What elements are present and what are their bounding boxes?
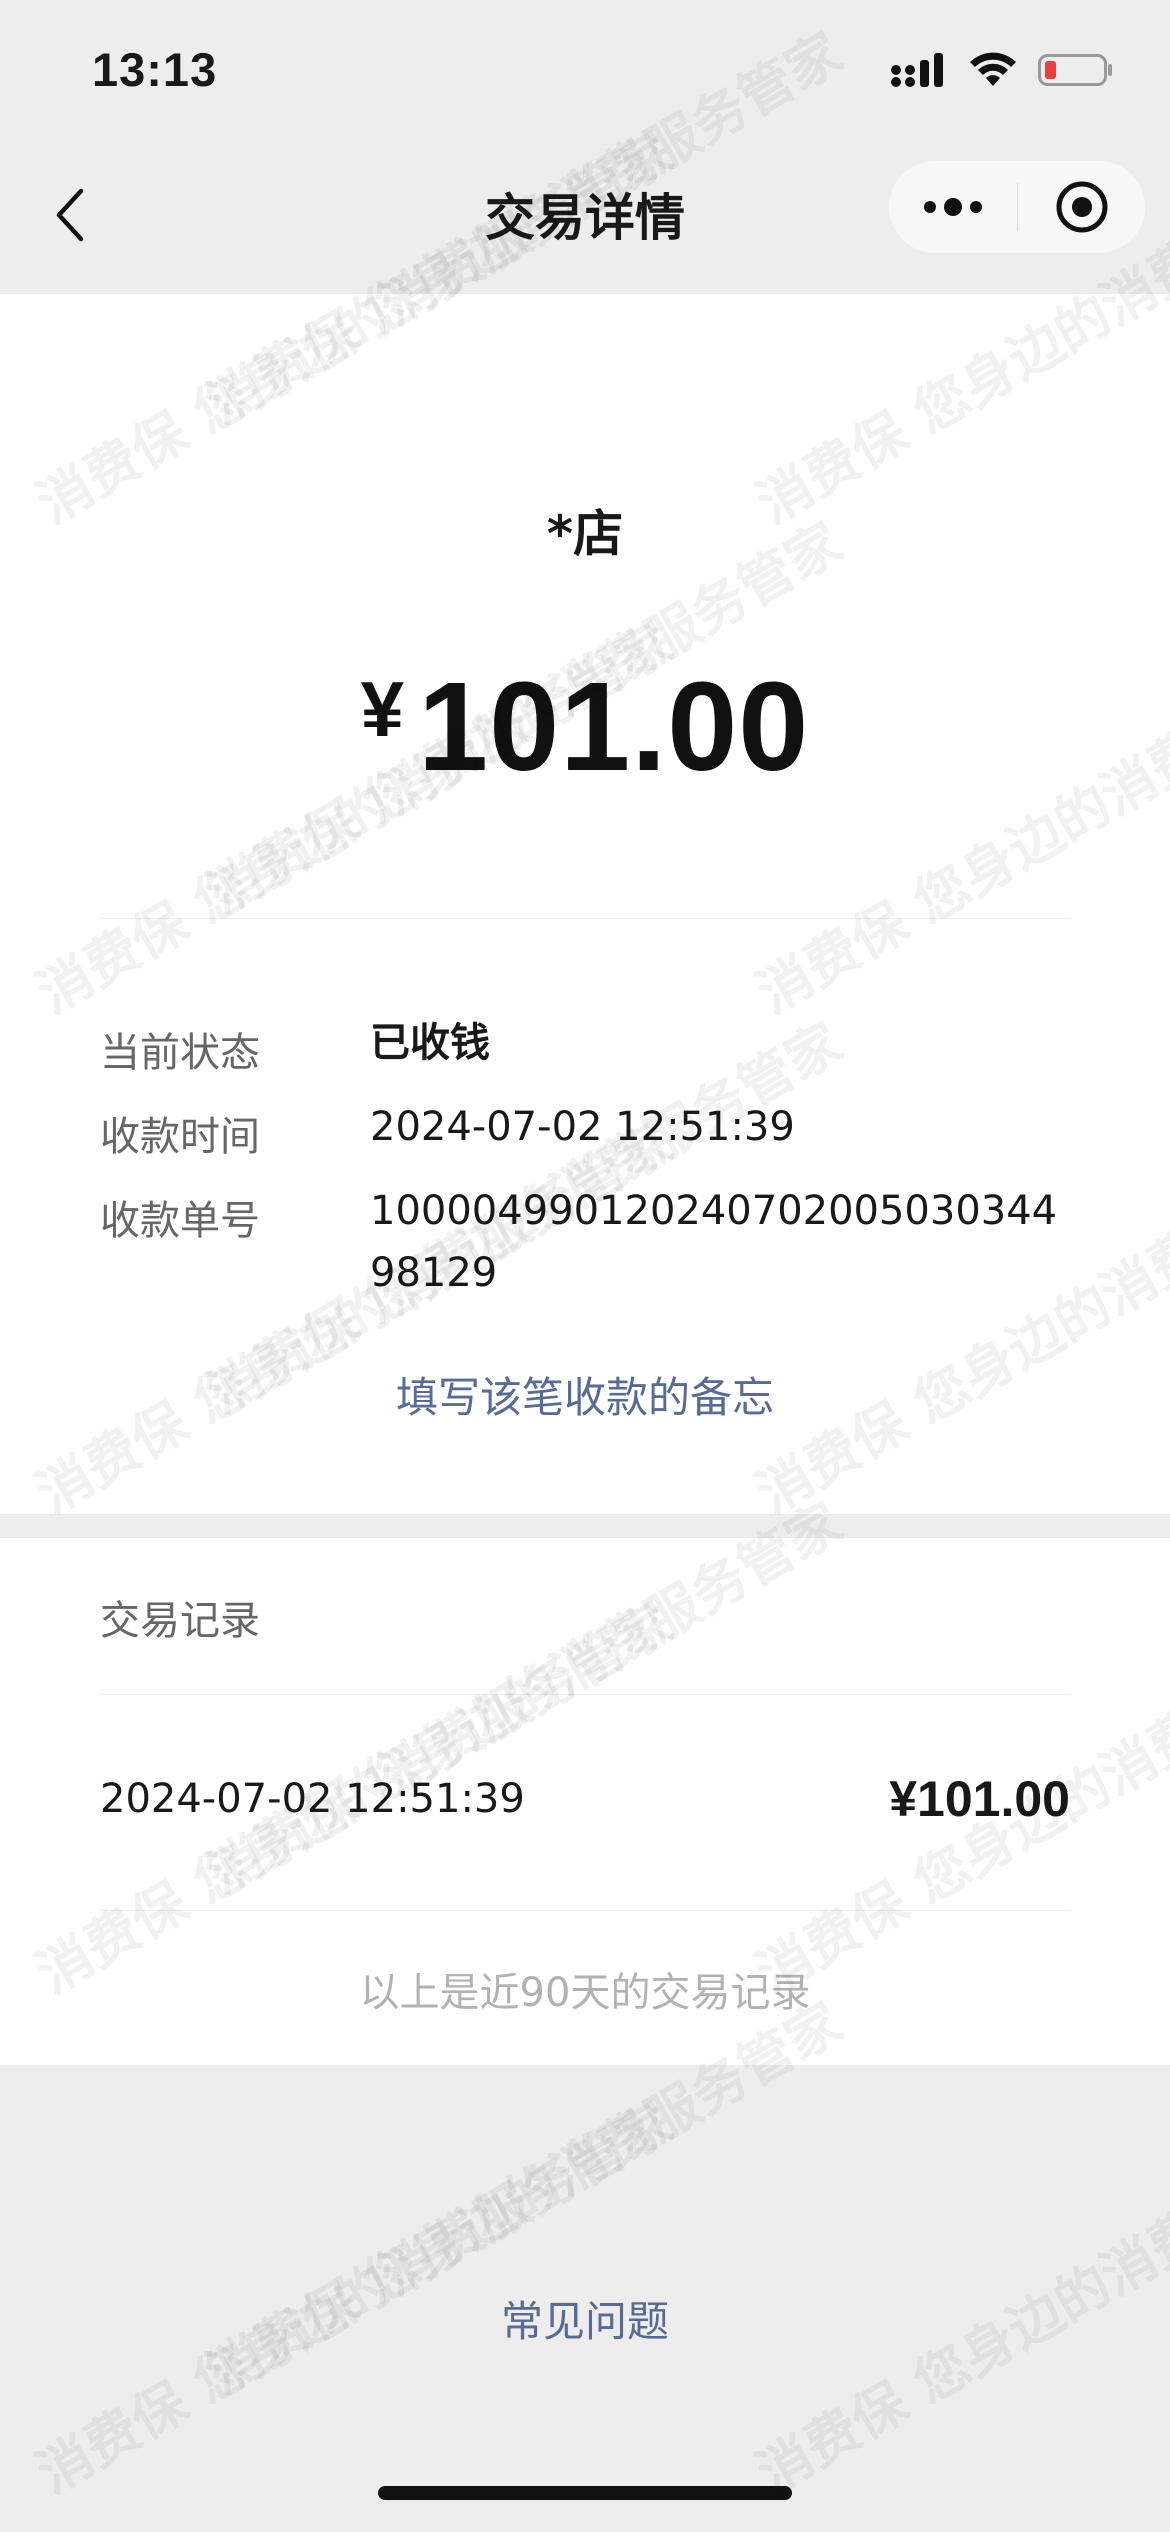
divider <box>100 918 1070 919</box>
time-value: 2024-07-02 12:51:39 <box>370 1104 795 1150</box>
currency-symbol: ¥ <box>360 665 404 753</box>
records-title: 交易记录 <box>100 1598 260 1644</box>
battery-icon <box>1038 52 1114 92</box>
add-memo-link[interactable]: 填写该笔收款的备忘 <box>0 1364 1170 1425</box>
home-indicator[interactable] <box>378 2486 792 2500</box>
nav-bar: 交易详情 <box>0 140 1170 294</box>
divider <box>100 1910 1070 1911</box>
faq-link[interactable]: 常见问题 <box>0 2288 1170 2349</box>
record-amount: ¥101.00 <box>889 1771 1070 1827</box>
order-number-label: 收款单号 <box>100 1198 260 1244</box>
records-card: 交易记录 2024-07-02 12:51:39 ¥101.00 以上是近90天… <box>0 1538 1170 2065</box>
status-value: 已收钱 <box>370 1020 490 1066</box>
records-note: 以上是近90天的交易记录 <box>359 1970 811 2016</box>
mini-program-capsule <box>889 161 1145 253</box>
status-bar: 13:13 <box>0 0 1170 140</box>
target-close-icon <box>1056 181 1107 233</box>
more-button[interactable] <box>889 161 1017 253</box>
order-number-value: 100004990120240702005030344 98129 <box>370 1188 1058 1296</box>
time-label: 收款时间 <box>100 1114 260 1160</box>
amount-value: 101.00 <box>418 656 810 797</box>
merchant-name: *店 <box>546 505 624 563</box>
transaction-amount: ¥101.00 <box>0 654 1170 799</box>
record-time: 2024-07-02 12:51:39 <box>100 1776 525 1822</box>
divider <box>100 1694 1070 1695</box>
status-time: 13:13 <box>92 43 218 96</box>
close-button[interactable] <box>1018 161 1145 253</box>
more-dots-icon <box>924 198 982 216</box>
transaction-card: *店 ¥101.00 当前状态 已收钱 收款时间 2024-07-02 12:5… <box>0 294 1170 1514</box>
wifi-icon <box>968 52 1018 92</box>
status-label: 当前状态 <box>100 1030 260 1076</box>
status-icons <box>890 52 1114 92</box>
signal-icon <box>890 52 948 92</box>
